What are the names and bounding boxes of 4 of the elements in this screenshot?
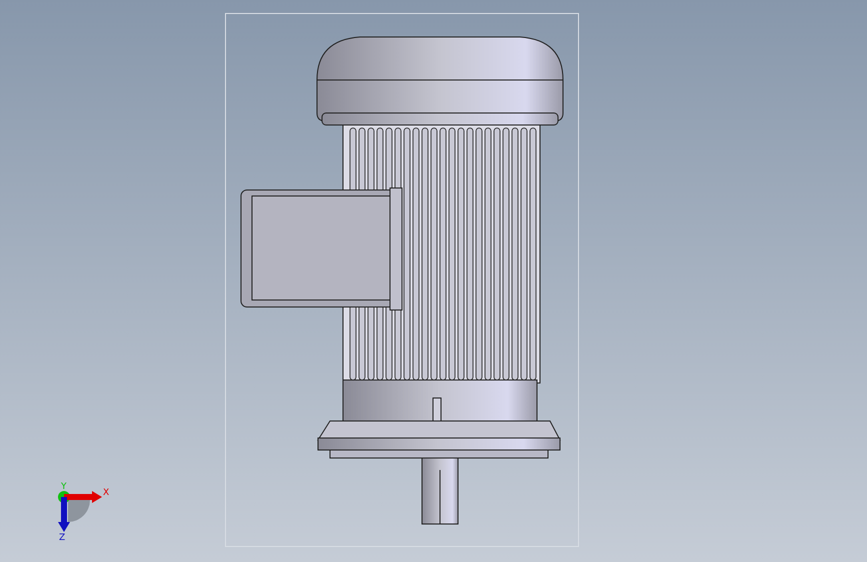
axis-label: Z — [59, 533, 66, 543]
axis-label: Y — [61, 482, 66, 492]
axis-label: X — [103, 488, 110, 498]
triad-shadow — [68, 500, 90, 522]
